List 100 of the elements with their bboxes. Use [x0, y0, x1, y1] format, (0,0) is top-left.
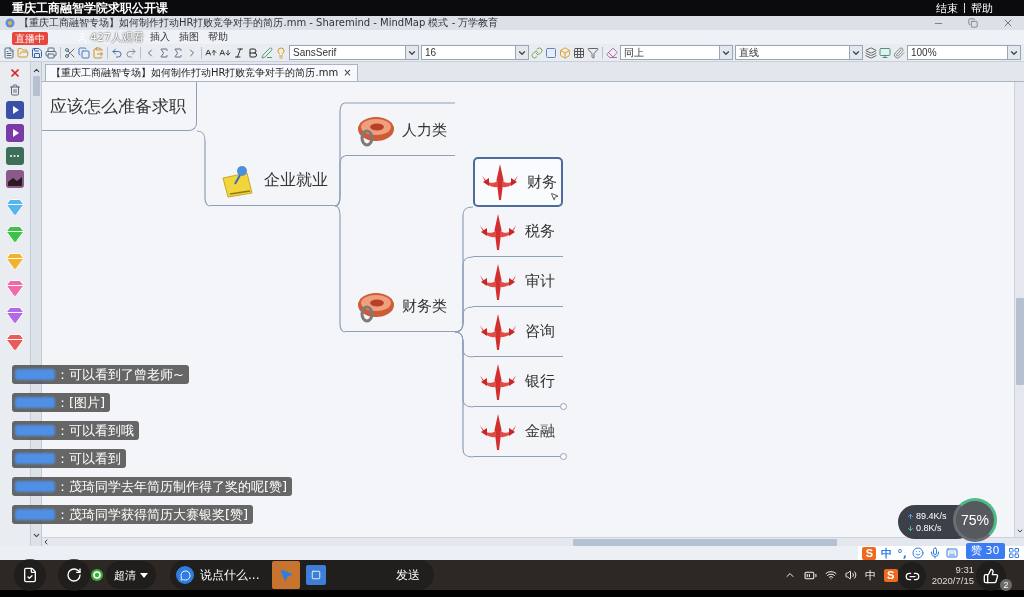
bold-icon[interactable]: [247, 46, 259, 59]
node-label: 咨询: [525, 322, 555, 341]
save-icon[interactable]: [31, 46, 43, 59]
mindmap-node[interactable]: 咨询: [473, 307, 563, 357]
mindmap-node[interactable]: 税务: [473, 207, 563, 257]
eraser-icon[interactable]: [606, 46, 618, 59]
download-speed: 0.8K/s: [916, 522, 942, 534]
mindmap-node[interactable]: 人力类: [345, 106, 455, 156]
node-label: 税务: [525, 222, 555, 241]
mindmap-node[interactable]: 应该怎么准备求职: [42, 82, 197, 131]
thumbs-up-icon: [983, 568, 999, 584]
blurred-name: [15, 481, 55, 492]
keyboard-icon[interactable]: [946, 547, 958, 559]
scrollbar-thumb[interactable]: [32, 76, 40, 96]
picture-icon[interactable]: [6, 170, 24, 188]
mindmap-node[interactable]: 财务: [473, 157, 563, 207]
mindmap-node[interactable]: 财务类: [345, 282, 455, 332]
zoom-select[interactable]: 100%: [907, 45, 1021, 60]
viewer-count: 427人观看: [90, 31, 144, 44]
italic-icon[interactable]: [233, 46, 245, 59]
wifi-icon[interactable]: [824, 569, 837, 581]
scrollbar-thumb[interactable]: [1015, 298, 1024, 385]
layers-icon[interactable]: [865, 46, 877, 59]
monitor-icon[interactable]: [879, 46, 891, 59]
gem-icon[interactable]: [5, 305, 25, 325]
paperclip-icon[interactable]: [893, 46, 905, 59]
print-icon[interactable]: [45, 46, 57, 59]
node-label: 银行: [525, 372, 555, 391]
quality-dropdown[interactable]: 超清: [106, 561, 156, 589]
document-check-icon: [22, 567, 38, 583]
node-label: 应该怎么准备求职: [50, 94, 186, 118]
browser-icon[interactable]: [91, 569, 103, 581]
blurred-name: [15, 509, 55, 520]
trash-icon[interactable]: [9, 84, 21, 96]
stream-action-link[interactable]: 结束: [936, 1, 958, 15]
close-icon[interactable]: [9, 67, 21, 79]
menu-item[interactable]: 帮助: [208, 31, 228, 43]
chat-text: ：可以看到哦: [56, 423, 134, 438]
video-icon[interactable]: [6, 101, 24, 119]
scroll-down-icon[interactable]: [31, 531, 41, 540]
volume-icon[interactable]: [844, 569, 857, 581]
grid-icon[interactable]: [1008, 547, 1020, 559]
clock-time: 9:31: [955, 564, 974, 575]
taskbar-app-icon[interactable]: [306, 565, 326, 585]
microphone-icon[interactable]: [929, 547, 941, 559]
file-tab[interactable]: 【重庆工商融智专场】如何制作打动HR打败竞争对手的简历.mm ×: [45, 64, 358, 81]
undo-icon[interactable]: [111, 46, 123, 59]
font-select[interactable]: SansSerif: [289, 45, 419, 60]
gem-icon[interactable]: [5, 278, 25, 298]
mindmap-node[interactable]: 银行: [473, 357, 563, 407]
board-icon[interactable]: [6, 147, 24, 165]
tab-close-button[interactable]: ×: [343, 68, 352, 78]
emoji-icon[interactable]: [912, 547, 924, 559]
gem-icon[interactable]: [5, 332, 25, 352]
mindmap-node[interactable]: 企业就业: [210, 156, 335, 206]
punctuation-button[interactable]: °,: [897, 546, 907, 560]
download-icon: [907, 524, 914, 532]
square-icon[interactable]: [545, 46, 557, 59]
node-label: 金融: [525, 422, 555, 441]
gem-icon[interactable]: [5, 224, 25, 244]
font-larger-icon[interactable]: [205, 46, 217, 59]
chat-text: ：可以看到: [56, 451, 121, 466]
mindmap-node[interactable]: 金融: [473, 407, 563, 457]
redo-icon[interactable]: [125, 46, 137, 59]
gem-icon[interactable]: [5, 197, 25, 217]
upload-icon: [907, 512, 914, 520]
scroll-left-icon[interactable]: [42, 538, 50, 546]
cut-icon[interactable]: [64, 46, 76, 59]
node-label: 企业就业: [264, 170, 328, 191]
restore-icon[interactable]: [968, 18, 978, 28]
line-style-select[interactable]: 直线: [735, 45, 863, 60]
chat-text: ：茂琦同学去年简历制作得了奖的呢[赞]: [56, 479, 288, 494]
node-label: 财务类: [402, 297, 447, 316]
stream-action-link[interactable]: 帮助: [971, 1, 993, 15]
filter-icon[interactable]: [587, 46, 599, 59]
mindmap-node[interactable]: 审计: [473, 257, 563, 307]
close-icon[interactable]: [1002, 17, 1014, 29]
sigma-icon[interactable]: [172, 46, 184, 59]
chat-text: ：[图片]: [56, 395, 106, 410]
grid-icon[interactable]: [573, 46, 585, 59]
scroll-down-icon[interactable]: [1015, 527, 1024, 535]
style-select[interactable]: 同上: [620, 45, 733, 60]
sigma-icon[interactable]: [158, 46, 170, 59]
sticky-note-icon: [220, 163, 256, 198]
node-label: 审计: [525, 272, 555, 291]
menu-item[interactable]: 插入: [150, 31, 170, 43]
scrollbar-thumb[interactable]: [573, 538, 837, 546]
mouse-cursor-icon: [550, 192, 559, 201]
menu-item[interactable]: 插图: [179, 31, 199, 43]
send-button[interactable]: 发送: [396, 566, 420, 584]
copy-icon[interactable]: [78, 46, 90, 59]
font-size-select[interactable]: 16: [421, 45, 529, 60]
comment-input[interactable]: 说点什么...: [200, 566, 266, 584]
upload-speed: 89.4K/s: [916, 510, 947, 522]
new-file-icon[interactable]: [3, 46, 15, 59]
ime-indicator[interactable]: 中: [864, 568, 876, 582]
video-icon[interactable]: [6, 124, 24, 142]
font-smaller-icon[interactable]: [219, 46, 231, 59]
ime-mode-button[interactable]: 中: [881, 546, 893, 560]
scroll-up-icon[interactable]: [31, 66, 41, 75]
